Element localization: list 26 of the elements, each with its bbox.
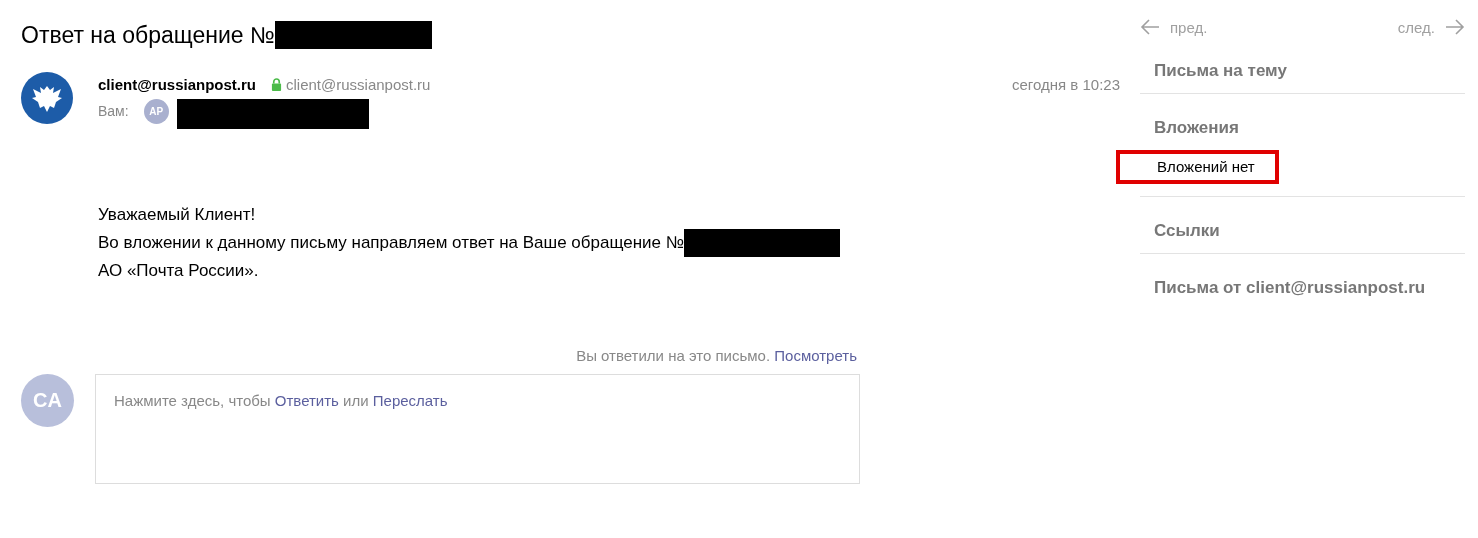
message-time: сегодня в 10:23	[1012, 76, 1120, 93]
arrow-left-icon	[1140, 19, 1160, 35]
section-heading[interactable]: Ссылки	[1154, 221, 1220, 240]
reply-notice: Вы ответили на это письмо. Посмотреть	[576, 347, 857, 364]
forward-link[interactable]: Переслать	[372, 392, 448, 409]
recipient-avatar: AP	[143, 98, 169, 124]
section-heading[interactable]: Письма от client@russianpost.ru	[1154, 278, 1426, 297]
empty-attachments-note: Вложений нет	[1116, 150, 1279, 184]
recipient-label: Вам:	[98, 103, 129, 119]
reply-box[interactable]: Нажмите здесь, чтобы Ответить или Переслать	[95, 374, 860, 484]
sender-address: client@russianpost.ru	[286, 76, 431, 93]
sender-name[interactable]: client@russianpost.ru	[98, 76, 256, 93]
previous-button[interactable]: пред.	[1140, 18, 1208, 36]
view-link[interactable]: Посмотреть	[774, 347, 857, 364]
message-subject: Ответ на обращение №	[21, 21, 275, 49]
arrow-right-icon	[1445, 19, 1465, 35]
emblem-avatar	[21, 72, 73, 124]
section-heading[interactable]: Вложения	[1154, 118, 1239, 137]
reply-prompt: Нажмите здесь, чтобы Ответить или Переслать	[114, 392, 449, 409]
body-text: АО «Почта России».	[98, 260, 259, 282]
body-text: Во вложении к данному письму направляем ответ на Ваше обращение №	[98, 232, 684, 254]
user-avatar: CA	[21, 374, 74, 427]
body-text: Уважаемый Клиент!	[98, 204, 256, 226]
reply-link[interactable]: Ответить	[274, 392, 339, 409]
section-heading[interactable]: Письма на тему	[1154, 61, 1287, 80]
next-button[interactable]: след.	[1397, 18, 1465, 36]
